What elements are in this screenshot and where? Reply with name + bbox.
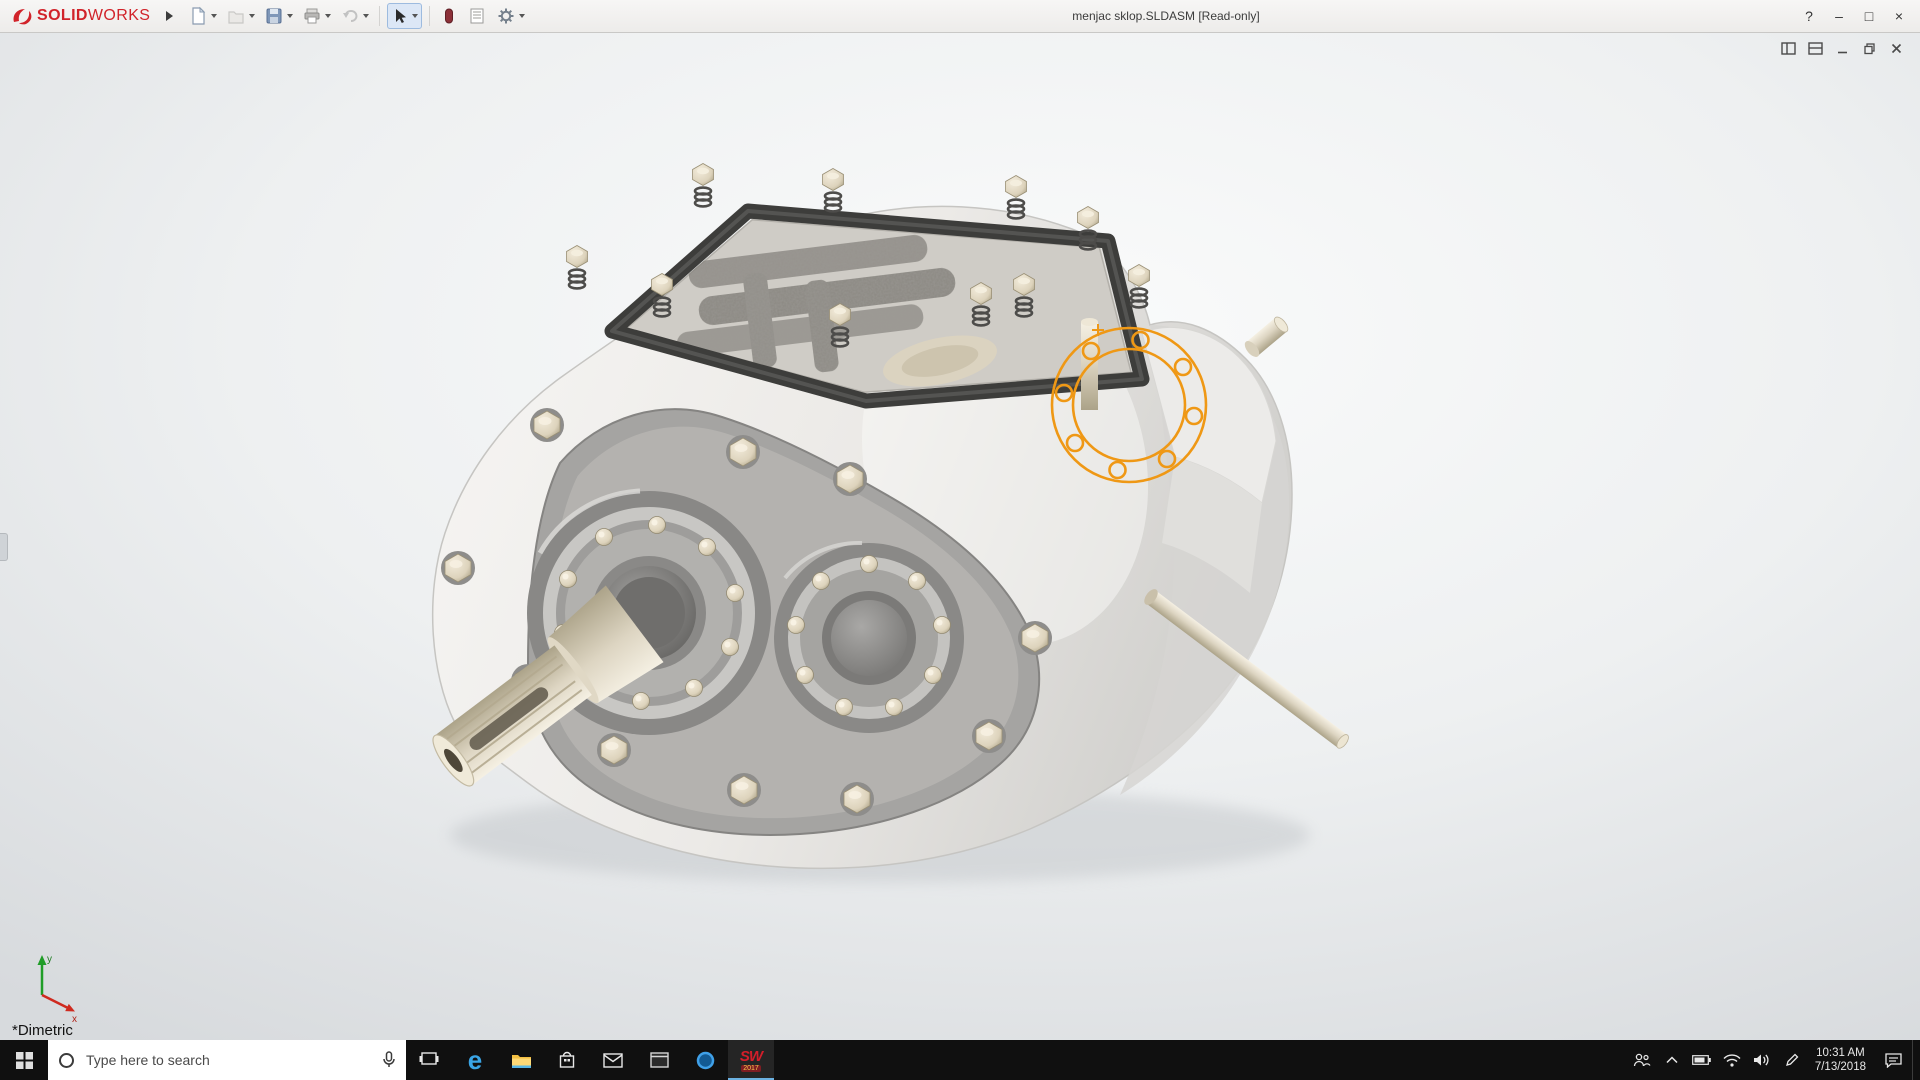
menu-expand-arrow-icon[interactable] bbox=[166, 11, 173, 21]
triad-y-label: y bbox=[47, 954, 52, 965]
app-window-icon bbox=[650, 1052, 669, 1068]
circular-app-button[interactable] bbox=[682, 1040, 728, 1080]
output-cover[interactable] bbox=[774, 543, 964, 733]
toolbar-separator bbox=[429, 6, 430, 26]
chevron-up-icon bbox=[1666, 1056, 1678, 1064]
select-cursor-icon bbox=[391, 7, 409, 25]
circular-app-icon bbox=[696, 1051, 715, 1070]
undo-icon bbox=[340, 6, 360, 26]
print-icon bbox=[302, 6, 322, 26]
window-pane-icon[interactable] bbox=[1780, 41, 1796, 55]
pen-icon bbox=[1785, 1053, 1799, 1067]
battery-icon bbox=[1692, 1055, 1711, 1065]
save-button[interactable] bbox=[261, 3, 296, 29]
doc-minimize-button[interactable] bbox=[1834, 41, 1850, 55]
action-center-button[interactable] bbox=[1874, 1040, 1912, 1080]
feature-tree-collapse-tab[interactable] bbox=[0, 533, 8, 561]
new-document-button[interactable] bbox=[185, 3, 220, 29]
file-explorer-button[interactable] bbox=[498, 1040, 544, 1080]
people-icon bbox=[1633, 1053, 1651, 1067]
cortana-icon bbox=[58, 1052, 75, 1069]
document-window-controls bbox=[1780, 41, 1904, 55]
windows-taskbar: e bbox=[0, 1040, 1920, 1080]
logo-text-solid: SOLID bbox=[37, 7, 88, 24]
dropdown-caret-icon[interactable] bbox=[325, 14, 331, 18]
taskbar-spacer bbox=[774, 1040, 1627, 1080]
save-icon bbox=[264, 6, 284, 26]
hidden-icons-button[interactable] bbox=[1657, 1040, 1687, 1080]
people-button[interactable] bbox=[1627, 1040, 1657, 1080]
print-button[interactable] bbox=[299, 3, 334, 29]
file-explorer-icon bbox=[511, 1052, 532, 1069]
options-button[interactable] bbox=[493, 3, 528, 29]
file-properties-button[interactable] bbox=[464, 3, 490, 29]
volume-button[interactable] bbox=[1747, 1040, 1777, 1080]
solidworks-application: SOLIDWORKS bbox=[0, 0, 1920, 1080]
undo-button[interactable] bbox=[337, 3, 372, 29]
doc-restore-button[interactable] bbox=[1861, 41, 1877, 55]
battery-button[interactable] bbox=[1687, 1040, 1717, 1080]
mail-button[interactable] bbox=[590, 1040, 636, 1080]
doc-close-button[interactable] bbox=[1888, 41, 1904, 55]
clock-time: 10:31 AM bbox=[1816, 1046, 1865, 1060]
solidworks-version-badge: 2017 bbox=[741, 1065, 761, 1072]
network-button[interactable] bbox=[1717, 1040, 1747, 1080]
edge-browser-button[interactable]: e bbox=[452, 1040, 498, 1080]
cad-scene[interactable]: y x bbox=[0, 33, 1920, 1040]
clock-date: 7/13/2018 bbox=[1815, 1060, 1866, 1074]
maximize-button[interactable]: □ bbox=[1854, 3, 1884, 29]
logo-text-works: WORKS bbox=[88, 7, 150, 24]
new-document-icon bbox=[188, 6, 208, 26]
taskbar-clock[interactable]: 10:31 AM 7/13/2018 bbox=[1807, 1040, 1874, 1080]
taskbar-search[interactable] bbox=[48, 1040, 406, 1080]
view-orientation-label: *Dimetric bbox=[12, 1022, 73, 1039]
solidworks-app-icon: SW bbox=[740, 1049, 762, 1064]
solidworks-logo-mark bbox=[10, 6, 34, 26]
solidworks-taskbar-button[interactable]: SW 2017 bbox=[728, 1040, 774, 1080]
dropdown-caret-icon[interactable] bbox=[363, 14, 369, 18]
quick-access-toolbar bbox=[185, 3, 528, 29]
window-pane-icon[interactable] bbox=[1807, 41, 1823, 55]
edge-icon: e bbox=[468, 1047, 482, 1073]
show-desktop-button[interactable] bbox=[1912, 1040, 1920, 1080]
microphone-icon[interactable] bbox=[382, 1051, 396, 1069]
close-button[interactable]: × bbox=[1884, 3, 1914, 29]
action-center-icon bbox=[1885, 1053, 1902, 1068]
minimize-button[interactable]: – bbox=[1824, 3, 1854, 29]
task-view-icon bbox=[419, 1052, 439, 1068]
mail-icon bbox=[603, 1053, 623, 1068]
speaker-icon bbox=[1753, 1053, 1770, 1067]
gear-icon bbox=[496, 6, 516, 26]
search-input[interactable] bbox=[84, 1051, 373, 1069]
document-title: menjac sklop.SLDASM [Read-only] bbox=[1072, 9, 1259, 23]
dropdown-caret-icon[interactable] bbox=[287, 14, 293, 18]
solidworks-logo: SOLIDWORKS bbox=[10, 6, 150, 26]
file-properties-icon bbox=[467, 6, 487, 26]
appearance-icon bbox=[440, 6, 458, 26]
titlebar: SOLIDWORKS bbox=[0, 0, 1920, 33]
store-button[interactable] bbox=[544, 1040, 590, 1080]
appearance-button[interactable] bbox=[437, 3, 461, 29]
graphics-viewport[interactable]: y x *Dimetric bbox=[0, 33, 1920, 1040]
dropdown-caret-icon[interactable] bbox=[412, 14, 418, 18]
dropdown-caret-icon[interactable] bbox=[211, 14, 217, 18]
store-icon bbox=[558, 1051, 576, 1069]
windows-ink-button[interactable] bbox=[1777, 1040, 1807, 1080]
windows-logo-icon bbox=[16, 1052, 33, 1069]
app-window-button[interactable] bbox=[636, 1040, 682, 1080]
start-button[interactable] bbox=[0, 1040, 48, 1080]
wifi-icon bbox=[1723, 1054, 1741, 1067]
select-tool-button[interactable] bbox=[387, 3, 422, 29]
open-folder-icon bbox=[226, 6, 246, 26]
open-document-button[interactable] bbox=[223, 3, 258, 29]
task-view-button[interactable] bbox=[406, 1040, 452, 1080]
toolbar-separator bbox=[379, 6, 380, 26]
dropdown-caret-icon[interactable] bbox=[519, 14, 525, 18]
app-window-controls: ? – □ × bbox=[1794, 3, 1914, 29]
help-button[interactable]: ? bbox=[1794, 3, 1824, 29]
dropdown-caret-icon[interactable] bbox=[249, 14, 255, 18]
